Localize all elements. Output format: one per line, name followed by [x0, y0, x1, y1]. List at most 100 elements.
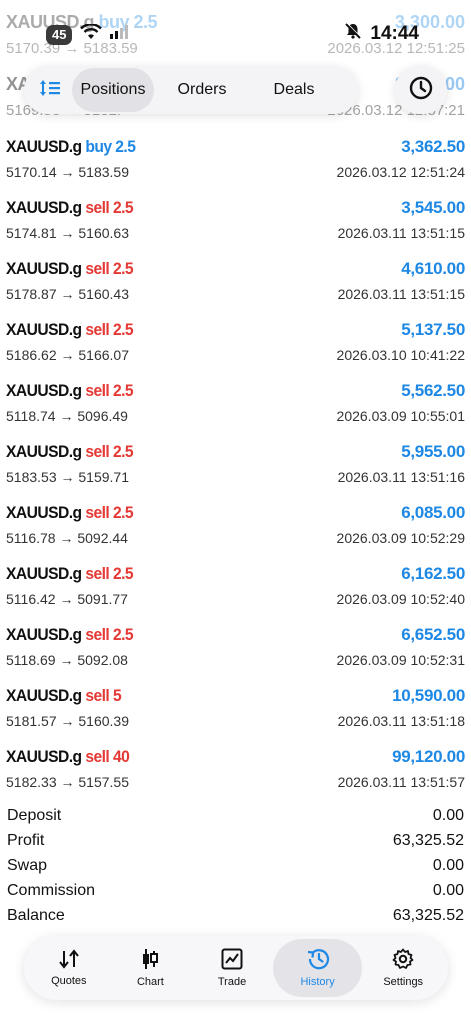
- bell-muted-icon: [344, 22, 362, 46]
- clock-icon: [409, 76, 433, 105]
- deal-profit: 6,652.50: [401, 625, 465, 644]
- deal-side: sell 2.5: [85, 381, 134, 400]
- signal-icon: [110, 25, 129, 44]
- deal-symbol: XAUUSD.g sell 2.5: [6, 442, 134, 462]
- history-summary: Deposit 0.00 Profit 63,325.52 Swap 0.00 Commis…: [0, 805, 471, 930]
- deal-row[interactable]: XAUUSD.g sell 40 5182.33 → 5157.55 99,120.…: [0, 742, 471, 803]
- nav-chart[interactable]: Chart: [110, 939, 192, 997]
- summary-label: Deposit: [7, 807, 62, 824]
- deal-profit: 4,610.00: [401, 259, 465, 278]
- deal-symbol-name: XAUUSD.g: [6, 564, 82, 583]
- status-bar: XAUUSD.g buy 2.5 5170.39 → 5183.59 3,300…: [0, 0, 471, 62]
- summary-value: 0.00: [432, 882, 464, 899]
- summary-label: Profit: [7, 832, 45, 849]
- chart-icon: [140, 948, 160, 970]
- deal-prices: 5183.53 → 5159.71: [6, 469, 129, 485]
- deal-symbol: XAUUSD.g sell 40: [6, 747, 130, 767]
- deal-side: sell 2.5: [85, 259, 134, 278]
- deal-row[interactable]: XAUUSD.g sell 2.5 5118.69 → 5092.08 6,652.…: [0, 620, 471, 681]
- deal-symbol-name: XAUUSD.g: [6, 259, 82, 278]
- deal-symbol-name: XAUUSD.g: [6, 503, 82, 522]
- trade-icon: [221, 948, 243, 970]
- deal-symbol-name: XAUUSD.g: [6, 320, 82, 339]
- deal-prices: 5116.78 → 5092.44: [6, 530, 128, 546]
- deal-time: 2026.03.11 13:51:15: [337, 286, 465, 302]
- tab-deals[interactable]: Deals: [250, 68, 338, 112]
- deal-time: 2026.03.11 13:51:57: [337, 774, 465, 790]
- wifi-icon: [80, 23, 103, 45]
- settings-icon: [392, 948, 414, 970]
- deal-row[interactable]: XAUUSD.g sell 2.5 5183.53 → 5159.71 5,955.…: [0, 437, 471, 498]
- deal-profit: 6,085.00: [401, 503, 465, 522]
- summary-label: Balance: [7, 907, 65, 924]
- nav-history[interactable]: History: [272, 939, 363, 997]
- nav-settings[interactable]: Settings: [362, 939, 444, 997]
- deal-side: sell 2.5: [85, 503, 134, 522]
- deal-prices: 5116.42 → 5091.77: [6, 591, 128, 607]
- deal-symbol: XAUUSD.g sell 2.5: [6, 320, 134, 340]
- nav-quotes[interactable]: Quotes: [28, 939, 110, 997]
- deal-symbol-name: XAUUSD.g: [6, 442, 82, 461]
- deal-time: 2026.03.09 10:52:31: [336, 652, 465, 668]
- deal-symbol: XAUUSD.g sell 2.5: [6, 198, 134, 218]
- deal-time: 2026.03.11 13:51:16: [337, 469, 465, 485]
- tab-orders[interactable]: Orders: [154, 68, 250, 112]
- summary-value: 0.00: [432, 807, 464, 824]
- deal-symbol-name: XAUUSD.g: [6, 137, 82, 156]
- deal-row[interactable]: XAUUSD.g sell 2.5 5118.74 → 5096.49 5,562.…: [0, 376, 471, 437]
- deal-time: 2026.03.11 13:51:18: [337, 713, 465, 729]
- deal-row[interactable]: XAUUSD.g sell 2.5 5174.81 → 5160.63 3,545.…: [0, 193, 471, 254]
- period-button[interactable]: [395, 66, 447, 114]
- deal-symbol: XAUUSD.g buy 2.5: [6, 137, 136, 157]
- deal-side: sell 2.5: [85, 564, 134, 583]
- summary-label: Swap: [7, 857, 48, 874]
- nav-history-label: History: [300, 976, 335, 988]
- deal-symbol-name: XAUUSD.g: [6, 381, 82, 400]
- status-right: 14:44: [344, 22, 419, 46]
- deals-list: XAUUSD.g buy 2.5 5170.14 → 5183.59 3,362.5…: [0, 132, 471, 803]
- sort-icon: [39, 79, 61, 102]
- deal-side: sell 5: [85, 686, 122, 705]
- deal-row[interactable]: XAUUSD.g sell 5 5181.57 → 5160.39 10,590.0…: [0, 681, 471, 742]
- deal-side: sell 2.5: [85, 442, 134, 461]
- summary-row: Balance 63,325.52: [0, 905, 471, 930]
- deal-prices: 5186.62 → 5166.07: [6, 347, 129, 363]
- history-icon: [306, 948, 330, 970]
- status-left: 45: [46, 23, 129, 45]
- deal-symbol-name: XAUUSD.g: [6, 686, 82, 705]
- deal-symbol: XAUUSD.g sell 5: [6, 686, 122, 706]
- sort-button[interactable]: [28, 68, 72, 112]
- nav-chart-label: Chart: [136, 976, 164, 988]
- summary-value: 63,325.52: [392, 907, 464, 924]
- summary-label: Commission: [7, 882, 96, 899]
- deal-time: 2026.03.09 10:52:40: [336, 591, 465, 607]
- deal-row[interactable]: XAUUSD.g sell 2.5 5116.78 → 5092.44 6,085.…: [0, 498, 471, 559]
- deal-side: sell 40: [85, 747, 130, 766]
- deal-symbol-name: XAUUSD.g: [6, 625, 82, 644]
- deal-symbol-name: XAUUSD.g: [6, 747, 82, 766]
- deal-row[interactable]: XAUUSD.g sell 2.5 5116.42 → 5091.77 6,162.…: [0, 559, 471, 620]
- deal-time: 2026.03.09 10:52:29: [336, 530, 465, 546]
- tab-positions[interactable]: Positions: [72, 68, 154, 112]
- summary-row: Profit 63,325.52: [0, 830, 471, 855]
- deal-profit: 3,545.00: [401, 198, 465, 217]
- summary-row: Commission 0.00: [0, 880, 471, 905]
- status-time: 14:44: [370, 23, 419, 44]
- deal-time: 2026.03.09 10:55:01: [336, 408, 465, 424]
- segmented-tabs: Positions Orders Deals: [24, 66, 358, 114]
- nav-trade[interactable]: Trade: [191, 939, 273, 997]
- deal-row[interactable]: XAUUSD.g sell 2.5 5178.87 → 5160.43 4,610.…: [0, 254, 471, 315]
- deal-prices: 5118.74 → 5096.49: [6, 408, 128, 424]
- deal-symbol: XAUUSD.g sell 2.5: [6, 259, 134, 279]
- summary-row: Deposit 0.00: [0, 805, 471, 830]
- deal-symbol-name: XAUUSD.g: [6, 198, 82, 217]
- deal-prices: 5174.81 → 5160.63: [6, 225, 129, 241]
- deal-profit: 5,137.50: [401, 320, 465, 339]
- deal-profit: 5,955.00: [401, 442, 465, 461]
- deal-symbol: XAUUSD.g sell 2.5: [6, 503, 134, 523]
- deal-symbol: XAUUSD.g sell 2.5: [6, 564, 134, 584]
- deal-row[interactable]: XAUUSD.g buy 2.5 5170.14 → 5183.59 3,362.5…: [0, 132, 471, 193]
- deal-profit: 3,362.50: [401, 137, 465, 156]
- deal-prices: 5118.69 → 5092.08: [6, 652, 128, 668]
- deal-row[interactable]: XAUUSD.g sell 2.5 5186.62 → 5166.07 5,137.…: [0, 315, 471, 376]
